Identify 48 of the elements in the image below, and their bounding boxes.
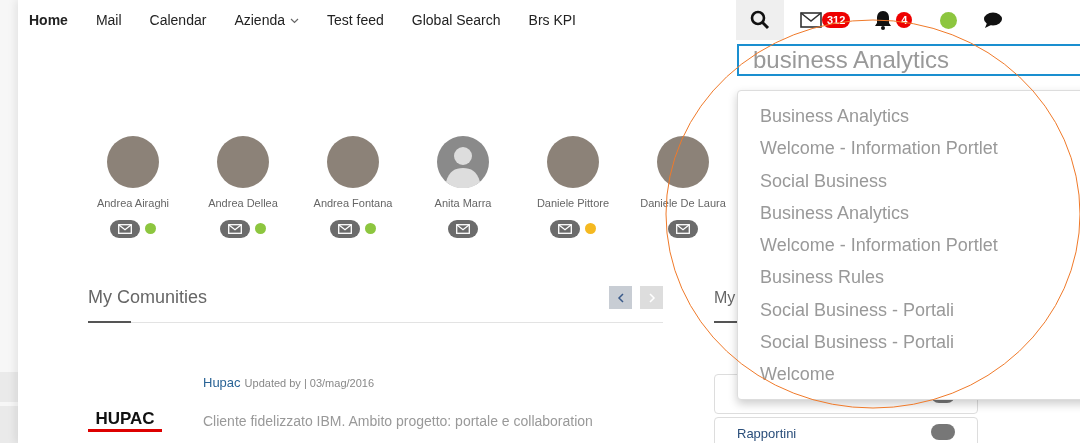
mail-icon: [456, 223, 470, 234]
company-logo: HUPAC: [88, 410, 162, 432]
person-name: Daniele Pittore: [536, 196, 610, 211]
nav-link[interactable]: Home: [29, 9, 68, 31]
nav-link[interactable]: Azienda: [234, 9, 299, 31]
mail-icon: [558, 223, 572, 234]
suggestion-item[interactable]: Welcome - Information Portlet: [738, 132, 1020, 165]
search-field[interactable]: business Analytics: [737, 44, 1080, 76]
update-info: Updated by | 03/mag/2016: [244, 377, 375, 389]
nav-link[interactable]: Global Search: [411, 9, 501, 31]
suggestion-item[interactable]: Welcome: [738, 358, 857, 391]
section-title: My Comunities: [88, 286, 208, 309]
person-name: Andrea Dellea: [208, 196, 278, 211]
chevron-left-icon: [616, 292, 625, 303]
suggestion-item[interactable]: Social Business - Portali: [738, 326, 977, 359]
section-title: My: [714, 288, 736, 308]
side-tab-background: [0, 406, 18, 443]
community-description: Cliente fidelizzato IBM. Ambito progetto: portale e collaboration: [203, 412, 593, 431]
person-name: Anita Marra: [434, 196, 492, 211]
mail-icon[interactable]: [800, 12, 822, 28]
search-button[interactable]: [736, 0, 784, 40]
suggestion-item[interactable]: Social Business - Portali: [738, 293, 977, 327]
nav-link[interactable]: Test feed: [327, 9, 384, 31]
person-name: Andrea Fontana: [313, 196, 393, 211]
nav-link[interactable]: Brs KPI: [528, 9, 576, 31]
suggestion-item[interactable]: Business Analytics: [738, 100, 932, 133]
nav-link[interactable]: Calendar: [149, 9, 207, 31]
side-tab-background: [0, 372, 18, 402]
suggestion-item[interactable]: Social Business: [738, 164, 910, 197]
mail-icon: [338, 223, 352, 234]
chat-bubble-icon[interactable]: [983, 12, 1004, 28]
calendar-badge: [931, 424, 955, 440]
chevron-right-icon: [647, 292, 656, 303]
community-link[interactable]: Hupac: [203, 375, 241, 390]
card-label: Rapportini: [737, 425, 797, 443]
avatar-silhouette: [437, 136, 489, 188]
bell-icon[interactable]: [874, 10, 893, 30]
suggestion-item[interactable]: Business Analytics: [738, 196, 932, 230]
mail-icon: [118, 223, 132, 234]
nav-link[interactable]: Mail: [95, 9, 122, 31]
suggestion-item[interactable]: Welcome - Information Portlet: [738, 229, 1020, 262]
suggestion-item[interactable]: Business Rules: [738, 261, 907, 294]
mail-icon: [676, 223, 690, 234]
list-card[interactable]: Rapportini: [714, 417, 978, 443]
mail-icon: [228, 223, 242, 234]
person-name: Andrea Airaghi: [96, 196, 170, 211]
chevron-down-icon: [290, 17, 299, 24]
search-icon: [750, 10, 770, 30]
